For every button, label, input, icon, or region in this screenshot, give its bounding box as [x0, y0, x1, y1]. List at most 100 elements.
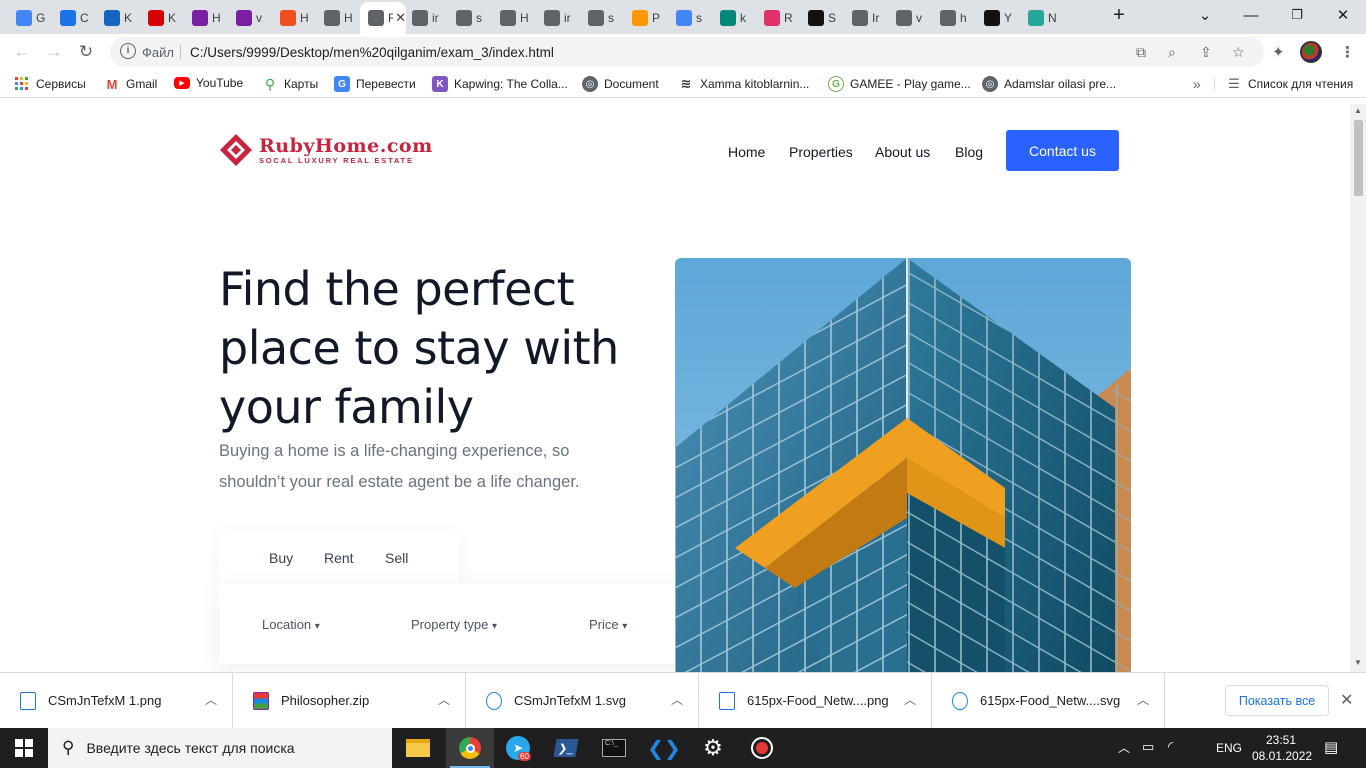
telegram-icon[interactable]: ➤ 60 [494, 728, 542, 768]
browser-tab[interactable]: v [228, 4, 272, 32]
chevron-up-icon[interactable]: ︿ [438, 691, 450, 708]
file-explorer-icon[interactable] [394, 728, 442, 768]
site-info-icon[interactable]: i [120, 43, 136, 59]
clock[interactable]: 23:51 08.01.2022 [1252, 732, 1312, 764]
browser-tab[interactable]: Y [976, 4, 1020, 32]
browser-tab[interactable]: C [52, 4, 96, 32]
chrome-icon[interactable] [446, 728, 494, 768]
browser-tab[interactable]: s [448, 4, 492, 32]
location-select[interactable]: Location ▾ [262, 617, 320, 632]
terminal-icon[interactable]: C:\_ [590, 728, 638, 768]
browser-tab[interactable]: H [316, 4, 360, 32]
download-item[interactable]: CSmJnTefxM 1.svg ︿ [466, 673, 699, 729]
address-bar[interactable]: i Файл C:/Users/9999/Desktop/men%20qilga… [110, 37, 1264, 67]
browser-tab[interactable]: ir [404, 4, 448, 32]
taskbar-search-placeholder: Введите здесь текст для поиска [86, 740, 295, 756]
tab-search-icon[interactable]: ⌄ [1182, 0, 1228, 30]
nav-properties[interactable]: Properties [789, 144, 853, 160]
reading-list-button[interactable]: ☰ Список для чтения [1226, 76, 1353, 92]
browser-tab[interactable]: Ir [844, 4, 888, 32]
chevron-up-icon[interactable]: ︿ [205, 691, 217, 708]
translate-icon[interactable]: ⧉ [1136, 44, 1146, 61]
nav-blog[interactable]: Blog [955, 144, 983, 160]
tray-expand-icon[interactable]: ︿ [1118, 739, 1130, 756]
extensions-icon[interactable]: ✦ [1272, 43, 1285, 61]
vscode-icon[interactable]: ❮❯ [640, 728, 688, 768]
chevron-up-icon[interactable]: ︿ [671, 691, 683, 708]
browser-tab[interactable]: P [624, 4, 668, 32]
download-item[interactable]: CSmJnTefxM 1.png ︿ [0, 673, 233, 729]
bookmark-translate[interactable]: G Перевести [334, 76, 416, 92]
chevron-up-icon[interactable]: ︿ [1137, 691, 1149, 708]
browser-tab[interactable]: N [1020, 4, 1064, 32]
tab-sell[interactable]: Sell [385, 550, 408, 566]
browser-tab[interactable]: h [932, 4, 976, 32]
browser-tab[interactable]: H [492, 4, 536, 32]
language-indicator[interactable]: ENG [1216, 741, 1242, 755]
more-bookmarks-icon[interactable]: » [1193, 76, 1201, 92]
show-all-downloads-button[interactable]: Показать все [1225, 685, 1329, 716]
screen-recorder-icon[interactable] [738, 728, 786, 768]
download-item[interactable]: Philosopher.zip ︿ [233, 673, 466, 729]
bookmark-kapwing[interactable]: K Kapwing: The Colla... [432, 76, 568, 92]
bookmark-star-icon[interactable]: ☆ [1232, 44, 1245, 61]
restore-button[interactable]: ❐ [1274, 0, 1320, 30]
bookmark-maps[interactable]: ⚲ Карты [262, 76, 318, 92]
download-item[interactable]: 615px-Food_Netw....svg ︿ [932, 673, 1165, 729]
bookmark-document[interactable]: ◎ Document [582, 76, 659, 92]
settings-icon[interactable]: ⚙ [689, 728, 737, 768]
zoom-icon[interactable]: ⌕ [1168, 44, 1176, 61]
bookmark-adamslar[interactable]: ◎ Adamslar oilasi pre... [982, 76, 1116, 92]
close-window-button[interactable]: ✕ [1320, 0, 1366, 30]
url-text[interactable]: C:/Users/9999/Desktop/men%20qilganim/exa… [190, 45, 554, 60]
tab-buy[interactable]: Buy [269, 550, 293, 566]
price-select[interactable]: Price ▾ [589, 617, 627, 632]
powershell-icon[interactable]: ❯_ [542, 728, 590, 768]
browser-tab[interactable]: H [272, 4, 316, 32]
close-shelf-icon[interactable]: ✕ [1340, 690, 1353, 710]
back-button[interactable]: ← [8, 38, 36, 66]
browser-tab[interactable]: s [580, 4, 624, 32]
nav-about-us[interactable]: About us [875, 144, 930, 160]
property-type-select[interactable]: Property type ▾ [411, 617, 497, 632]
profile-avatar[interactable] [1300, 41, 1322, 63]
bookmark-youtube[interactable]: ▶ YouTube [174, 76, 243, 90]
start-button[interactable] [0, 728, 48, 768]
wifi-icon[interactable]: ◜ [1168, 738, 1173, 755]
bookmark-gamee[interactable]: G GAMEE - Play game... [828, 76, 971, 92]
browser-tab[interactable]: R ✕ [360, 2, 406, 34]
browser-tab[interactable]: ir [536, 4, 580, 32]
contact-us-button[interactable]: Contact us [1006, 130, 1119, 171]
tab-favicon-icon [896, 10, 912, 26]
browser-tab[interactable]: G [8, 4, 52, 32]
bookmark-services[interactable]: Сервисы [14, 76, 86, 92]
bookmark-xamma[interactable]: ≋ Xamma kitoblarnin... [678, 76, 810, 92]
page-scrollbar[interactable]: ▲ ▼ [1350, 104, 1366, 672]
new-tab-button[interactable]: + [1096, 0, 1142, 30]
scroll-down-icon[interactable]: ▼ [1354, 658, 1362, 667]
site-logo[interactable]: RubyHome.com SOCAL LUXURY REAL ESTATE [219, 132, 433, 168]
notifications-icon[interactable]: ▤ [1324, 738, 1338, 756]
browser-tab[interactable]: s [668, 4, 712, 32]
menu-icon[interactable]: ⋮ [1340, 43, 1355, 61]
tab-rent[interactable]: Rent [324, 550, 354, 566]
battery-icon[interactable]: ▭ [1142, 739, 1154, 755]
forward-button[interactable]: → [40, 38, 68, 66]
browser-tab[interactable]: R [756, 4, 800, 32]
browser-tab[interactable]: K [140, 4, 184, 32]
browser-tab[interactable]: H [184, 4, 228, 32]
download-item[interactable]: 615px-Food_Netw....png ︿ [699, 673, 932, 729]
browser-tab[interactable]: S [800, 4, 844, 32]
nav-home[interactable]: Home [728, 144, 765, 160]
reload-button[interactable]: ↻ [72, 38, 100, 66]
browser-tab[interactable]: k [712, 4, 756, 32]
taskbar-search[interactable]: ⚲ Введите здесь текст для поиска [48, 728, 392, 768]
scroll-thumb[interactable] [1354, 120, 1363, 196]
bookmark-gmail[interactable]: M Gmail [104, 76, 157, 92]
scroll-up-icon[interactable]: ▲ [1354, 106, 1362, 115]
browser-tab[interactable]: K [96, 4, 140, 32]
chevron-up-icon[interactable]: ︿ [904, 691, 916, 708]
browser-tab[interactable]: v [888, 4, 932, 32]
share-icon[interactable]: ⇪ [1200, 44, 1212, 61]
minimize-button[interactable]: — [1228, 0, 1274, 30]
